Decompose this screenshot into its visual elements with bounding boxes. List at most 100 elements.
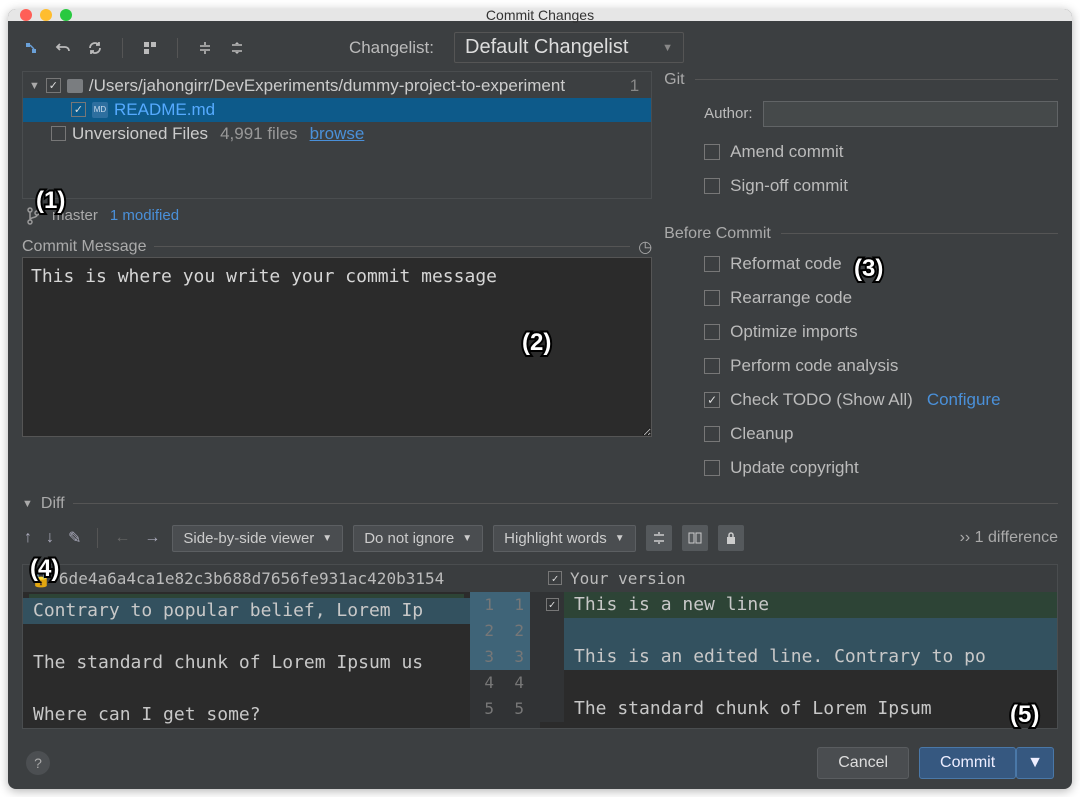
root-path: /Users/jahongirr/DevExperiments/dummy-pr… [89,76,565,96]
zoom-window-button[interactable] [60,9,72,21]
right-revision: Your version [570,569,686,588]
cleanup-label: Cleanup [730,424,793,444]
changelist-select[interactable]: Default Changelist ▼ [454,32,684,63]
author-label: Author: [704,105,752,122]
commit-message-header: Commit Message ◷ [22,237,652,257]
todo-checkbox[interactable] [704,392,720,408]
cleanup-checkbox[interactable] [704,426,720,442]
group-by-icon[interactable] [141,39,159,57]
reformat-label: Reformat code [730,254,842,274]
cancel-button[interactable]: Cancel [817,747,909,779]
diff-section-header[interactable]: ▼ Diff [22,495,1058,513]
signoff-label: Sign-off commit [730,176,848,196]
chevron-down-icon: ▼ [615,533,625,544]
file-name: README.md [114,100,215,120]
nav-back-icon: ← [112,529,132,547]
edit-icon[interactable]: ✎ [66,528,83,548]
branch-icon [26,207,40,225]
left-revision: 6de4a6a4ca1e82c3b688d7656fe931ac420b3154 [59,569,444,588]
analysis-checkbox[interactable] [704,358,720,374]
signoff-checkbox[interactable] [704,178,720,194]
configure-link[interactable]: Configure [927,390,1001,410]
diff-right: Your version This is a new line This is … [540,565,1057,728]
markdown-file-icon: MD [92,102,108,118]
git-section-title: Git [664,71,684,89]
branch-name: master [52,207,98,224]
next-diff-icon[interactable]: ↓ [44,529,56,547]
before-commit-title: Before Commit [664,225,771,243]
diff-title: Diff [41,495,65,513]
file-row-readme[interactable]: MD README.md [23,98,651,122]
diff-left: 🔒 6de4a6a4ca1e82c3b688d7656fe931ac420b315… [23,565,540,728]
rearrange-checkbox[interactable] [704,290,720,306]
commit-dialog: Commit Changes Changelist: Default Chang… [8,9,1072,789]
right-checkbox[interactable] [548,571,562,585]
chevron-down-icon: ▼ [322,533,332,544]
expand-all-icon[interactable] [196,39,214,57]
highlight-select[interactable]: Highlight words▼ [493,525,635,552]
browse-link[interactable]: browse [310,124,365,144]
copyright-checkbox[interactable] [704,460,720,476]
copyright-label: Update copyright [730,458,859,478]
expand-icon[interactable]: ▼ [29,80,40,92]
commit-message-input[interactable] [22,257,652,437]
window-title: Commit Changes [8,9,1072,23]
folder-icon [67,79,83,93]
diff-gutter: 12345 12345 [470,592,540,728]
commit-message-label: Commit Message [22,238,146,256]
chevron-down-icon: ▼ [462,533,472,544]
amend-checkbox[interactable] [704,144,720,160]
diff-toolbar: ↑ ↓ ✎ ← → Side-by-side viewer▼ Do not ig… [22,521,1058,556]
diff-count: ›› 1 difference [960,529,1058,547]
changelist-value: Default Changelist [465,36,628,58]
todo-label: Check TODO (Show All) [730,390,913,410]
prev-diff-icon[interactable]: ↑ [22,529,34,547]
minimize-window-button[interactable] [40,9,52,21]
unversioned-label: Unversioned Files [72,124,208,144]
unversioned-count: 4,991 files [220,124,298,144]
undo-icon[interactable] [54,39,72,57]
commit-button[interactable]: Commit [919,747,1016,779]
optimize-checkbox[interactable] [704,324,720,340]
root-count: 1 [630,76,645,96]
branch-status-row: master 1 modified [22,199,652,229]
lock-icon: 🔒 [31,569,51,588]
sync-scroll-icon[interactable] [682,525,708,551]
unversioned-row[interactable]: Unversioned Files 4,991 files browse [23,122,651,146]
nav-forward-icon[interactable]: → [142,529,162,547]
lock-icon[interactable] [718,525,744,551]
commit-dropdown-button[interactable]: ▼ [1016,747,1054,779]
viewer-mode-select[interactable]: Side-by-side viewer▼ [172,525,343,552]
root-checkbox[interactable] [46,78,61,93]
chevron-down-icon: ▼ [662,42,673,54]
titlebar: Commit Changes [8,9,1072,21]
reformat-checkbox[interactable] [704,256,720,272]
changelist-label: Changelist: [349,38,434,58]
branch-modified: 1 modified [110,207,179,224]
ignore-select[interactable]: Do not ignore▼ [353,525,483,552]
history-icon[interactable]: ◷ [638,237,652,257]
refresh-icon[interactable] [86,39,104,57]
optimize-label: Optimize imports [730,322,858,342]
rearrange-label: Rearrange code [730,288,852,308]
close-window-button[interactable] [20,9,32,21]
changed-files-tree: ▼ /Users/jahongirr/DevExperiments/dummy-… [22,71,652,199]
author-input[interactable] [763,101,1058,127]
show-diff-icon[interactable] [22,39,40,57]
file-checkbox[interactable] [71,102,86,117]
unversioned-checkbox[interactable] [51,126,66,141]
commit-toolbar: Changelist: Default Changelist ▼ [22,33,1058,63]
collapse-icon[interactable]: ▼ [22,498,33,510]
collapse-all-icon[interactable] [228,39,246,57]
collapse-unchanged-icon[interactable] [646,525,672,551]
diff-viewer: 🔒 6de4a6a4ca1e82c3b688d7656fe931ac420b315… [22,564,1058,729]
dialog-footer: ? Cancel Commit ▼ [22,737,1058,781]
analysis-label: Perform code analysis [730,356,898,376]
amend-label: Amend commit [730,142,843,162]
line-checkbox[interactable] [546,598,559,611]
left-code[interactable]: Contrary to popular belief, Lorem Ip The… [23,592,470,728]
right-code[interactable]: This is a new line This is an edited lin… [564,592,1057,722]
help-button[interactable]: ? [26,751,50,775]
right-checkbox-gutter [540,592,564,722]
tree-root-row[interactable]: ▼ /Users/jahongirr/DevExperiments/dummy-… [23,74,651,98]
